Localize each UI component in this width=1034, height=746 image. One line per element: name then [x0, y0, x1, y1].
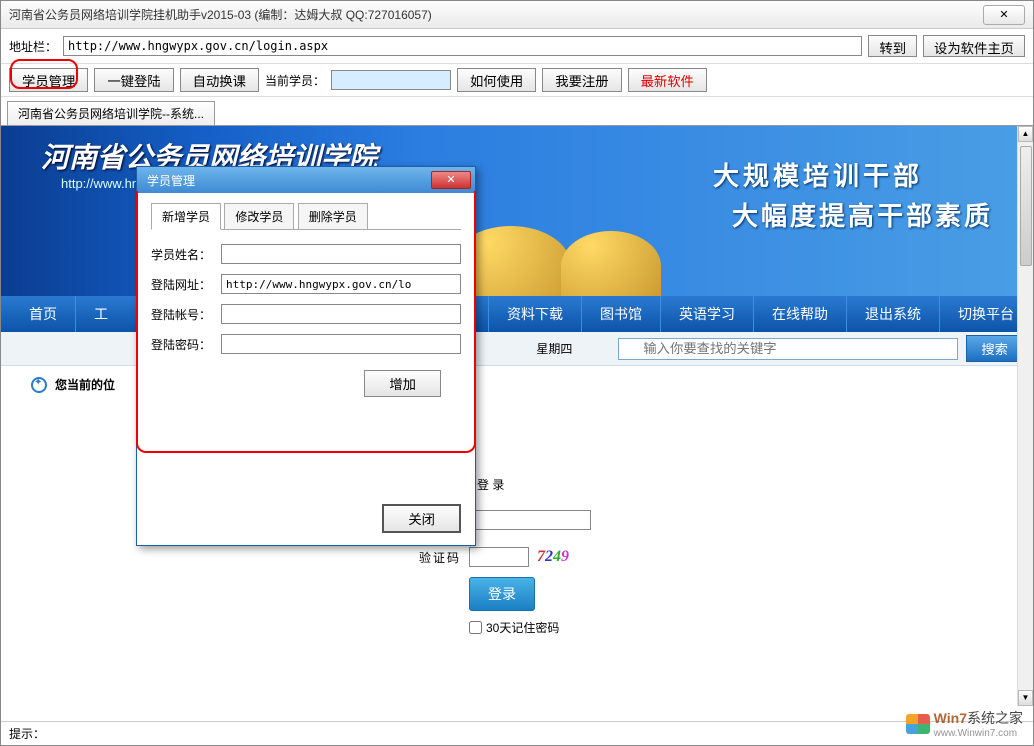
dialog-tabs: 新增学员 修改学员 删除学员: [151, 203, 461, 230]
address-bar: 地址栏： 转到 设为软件主页: [1, 29, 1033, 64]
search-input[interactable]: [618, 338, 958, 360]
captcha-input[interactable]: [469, 547, 529, 567]
tab-add-student[interactable]: 新增学员: [151, 203, 221, 230]
captcha-label: 验证码: [411, 549, 461, 566]
watermark-url: www.Winwin7.com: [934, 728, 1023, 739]
field-password-input[interactable]: [221, 334, 461, 354]
watermark-text: Win7系统之家: [934, 710, 1023, 726]
scroll-down-icon[interactable]: ▼: [1018, 690, 1033, 706]
field-account-input[interactable]: [221, 304, 461, 324]
window-title: 河南省公务员网络培训学院挂机助手v2015-03 (编制：达姆大叔 QQ:727…: [9, 6, 979, 23]
nav-help[interactable]: 在线帮助: [754, 296, 847, 332]
tab-edit-student[interactable]: 修改学员: [224, 203, 294, 230]
register-button[interactable]: 我要注册: [542, 68, 621, 92]
sethome-button[interactable]: 设为软件主页: [923, 35, 1025, 57]
tab-bar: 河南省公务员网络培训学院--系统...: [1, 97, 1033, 126]
field-account-label: 登陆帐号：: [151, 306, 215, 323]
windows-flag-icon: [906, 714, 930, 734]
tab-delete-student[interactable]: 删除学员: [298, 203, 368, 230]
remember-row: 30天记住密码: [469, 619, 691, 636]
close-button[interactable]: ✕: [983, 5, 1025, 25]
nav-downloads[interactable]: 资料下载: [489, 296, 582, 332]
search-button[interactable]: 搜索: [966, 335, 1023, 362]
dialog-titlebar[interactable]: 学员管理 ✕: [137, 167, 475, 193]
howto-button[interactable]: 如何使用: [457, 68, 536, 92]
field-name-input[interactable]: [221, 244, 461, 264]
captcha-image: 7249: [537, 548, 569, 566]
dialog-close-button[interactable]: ✕: [431, 171, 471, 189]
main-window: 河南省公务员网络培训学院挂机助手v2015-03 (编制：达姆大叔 QQ:727…: [0, 0, 1034, 746]
nav-library[interactable]: 图书馆: [582, 296, 661, 332]
dialog-ok-close-button[interactable]: 关闭: [382, 504, 461, 533]
add-button[interactable]: 增加: [364, 370, 441, 397]
login-button[interactable]: 登录: [469, 577, 535, 611]
hint-label: 提示：: [9, 725, 45, 742]
current-location-text: 您当前的位: [55, 376, 115, 393]
manage-students-button[interactable]: 学员管理: [9, 68, 88, 92]
remember-checkbox[interactable]: [469, 621, 482, 634]
password-input[interactable]: [471, 510, 591, 530]
slogan-2: 大幅度提高干部素质: [732, 196, 993, 233]
remember-label: 30天记住密码: [486, 619, 559, 636]
dialog-title: 学员管理: [147, 172, 431, 189]
vertical-scrollbar[interactable]: ▲ ▼: [1017, 126, 1033, 706]
one-click-login-button[interactable]: 一键登陆: [94, 68, 173, 92]
slogan-1: 大规模培训干部: [713, 156, 923, 193]
field-url-input[interactable]: [221, 274, 461, 294]
nav-logout[interactable]: 退出系统: [847, 296, 940, 332]
toolbar: 学员管理 一键登陆 自动换课 当前学员： 如何使用 我要注册 最新软件: [1, 64, 1033, 97]
current-student-label: 当前学员：: [265, 72, 325, 89]
go-button[interactable]: 转到: [868, 35, 917, 57]
field-url-label: 登陆网址：: [151, 276, 215, 293]
field-password-label: 登陆密码：: [151, 336, 215, 353]
browser-tab[interactable]: 河南省公务员网络培训学院--系统...: [7, 101, 215, 125]
login-title: 登 录: [477, 476, 504, 493]
watermark: Win7系统之家 www.Winwin7.com: [906, 708, 1023, 739]
address-input[interactable]: [63, 36, 862, 56]
scroll-thumb[interactable]: [1020, 146, 1032, 266]
location-icon: [31, 377, 47, 393]
student-manage-dialog: 学员管理 ✕ 新增学员 修改学员 删除学员 学员姓名： 登陆网址： 登陆帐号：: [136, 166, 476, 546]
current-student-input[interactable]: [331, 70, 451, 90]
address-label: 地址栏：: [9, 38, 57, 55]
field-name-label: 学员姓名：: [151, 246, 215, 263]
titlebar: 河南省公务员网络培训学院挂机助手v2015-03 (编制：达姆大叔 QQ:727…: [1, 1, 1033, 29]
nav-english[interactable]: 英语学习: [661, 296, 754, 332]
status-bar: 提示：: [1, 721, 1033, 745]
auto-swap-button[interactable]: 自动换课: [180, 68, 259, 92]
latest-software-button[interactable]: 最新软件: [628, 68, 707, 92]
scroll-up-icon[interactable]: ▲: [1018, 126, 1033, 142]
weekday-label: 星期四: [536, 340, 572, 357]
nav-home[interactable]: 首页: [1, 296, 76, 332]
